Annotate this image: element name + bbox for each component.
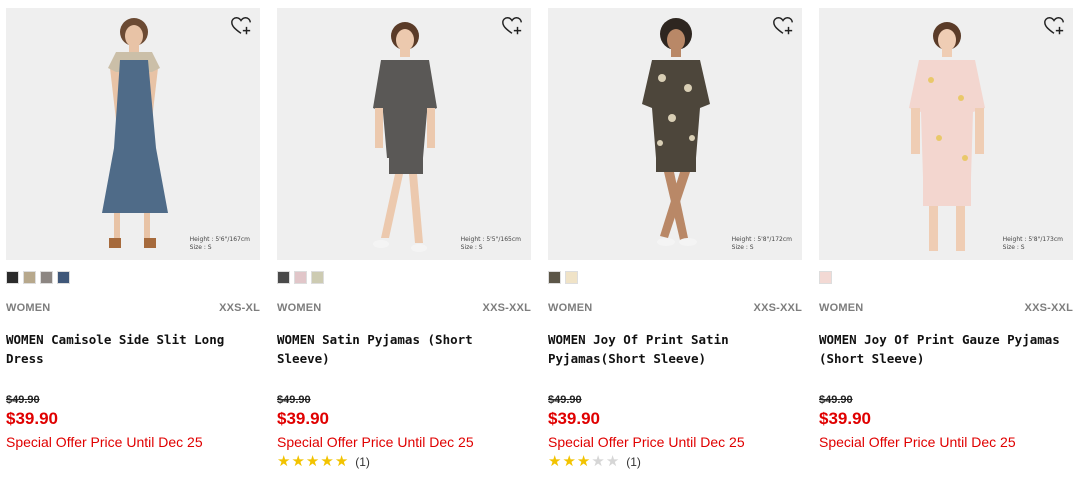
model-height: Height : 5'5"/165cm — [460, 236, 521, 243]
product-meta: WOMEN XXS-XXL — [819, 302, 1073, 314]
color-swatches — [819, 271, 832, 285]
color-swatch[interactable] — [277, 271, 290, 284]
heart-plus-icon[interactable] — [1043, 15, 1065, 37]
product-image[interactable]: Height : 5'8"/172cm Size : S — [548, 8, 802, 260]
model-size-note: Height : 5'5"/165cm Size : S — [461, 236, 521, 252]
color-swatch[interactable] — [294, 271, 307, 284]
model-size: Size : S — [460, 244, 483, 251]
original-price: $49.90 — [6, 394, 40, 406]
product-size-range: XXS-XL — [219, 302, 260, 314]
star-icon: ★ — [334, 453, 349, 470]
product-name[interactable]: WOMEN Joy Of Print Gauze Pyjamas (Short … — [819, 330, 1073, 368]
color-swatch[interactable] — [57, 271, 70, 284]
product-category: WOMEN — [6, 302, 51, 314]
product-card[interactable]: Height : 5'8"/173cm Size : S WOMEN XXS-X… — [819, 8, 1073, 478]
product-name[interactable]: WOMEN Camisole Side Slit Long Dress — [6, 330, 260, 368]
product-image[interactable]: Height : 5'5"/165cm Size : S — [277, 8, 531, 260]
model-height: Height : 5'8"/172cm — [731, 236, 792, 243]
original-price: $49.90 — [819, 394, 853, 406]
color-swatches — [277, 271, 324, 285]
product-size-range: XXS-XXL — [753, 302, 802, 314]
color-swatch[interactable] — [565, 271, 578, 284]
color-swatch[interactable] — [6, 271, 19, 284]
star-icon: ★ — [605, 453, 620, 470]
offer-text: Special Offer Price Until Dec 25 — [819, 434, 1016, 450]
product-size-range: XXS-XXL — [482, 302, 531, 314]
color-swatches — [548, 271, 578, 285]
product-category: WOMEN — [548, 302, 593, 314]
product-meta: WOMEN XXS-XXL — [548, 302, 802, 314]
star-icon: ★ — [305, 453, 320, 470]
product-category: WOMEN — [277, 302, 322, 314]
product-rating[interactable]: ★ ★ ★ ★ ★ (1) — [548, 454, 641, 469]
color-swatch[interactable] — [548, 271, 561, 284]
model-size-note: Height : 5'8"/172cm Size : S — [732, 236, 792, 252]
original-price: $49.90 — [277, 394, 311, 406]
product-grid: Height : 5'6"/167cm Size : S WOMEN XXS-X… — [0, 0, 1080, 485]
color-swatch[interactable] — [819, 271, 832, 284]
color-swatches — [6, 271, 70, 285]
offer-text: Special Offer Price Until Dec 25 — [6, 434, 203, 450]
color-swatch[interactable] — [23, 271, 36, 284]
model-figure-print-pyjamas — [642, 18, 710, 246]
color-swatch[interactable] — [311, 271, 324, 284]
heart-plus-icon[interactable] — [501, 15, 523, 37]
product-name[interactable]: WOMEN Satin Pyjamas (Short Sleeve) — [277, 330, 531, 368]
product-card[interactable]: Height : 5'5"/165cm Size : S WOMEN XXS-X… — [277, 8, 531, 478]
product-meta: WOMEN XXS-XXL — [277, 302, 531, 314]
product-rating[interactable]: ★ ★ ★ ★ ★ (1) — [277, 454, 370, 469]
star-icon: ★ — [591, 453, 605, 470]
product-image[interactable]: Height : 5'6"/167cm Size : S — [6, 8, 260, 260]
star-icon: ★ — [320, 453, 334, 470]
star-icon: ★ — [548, 453, 562, 470]
star-icon: ★ — [562, 453, 576, 470]
heart-plus-icon[interactable] — [230, 15, 252, 37]
model-height: Height : 5'8"/173cm — [1002, 236, 1063, 243]
model-height: Height : 5'6"/167cm — [189, 236, 250, 243]
product-card[interactable]: Height : 5'8"/172cm Size : S WOMEN XXS-X… — [548, 8, 802, 478]
model-size: Size : S — [189, 244, 212, 251]
sale-price: $39.90 — [277, 409, 329, 428]
heart-plus-icon[interactable] — [772, 15, 794, 37]
star-icon: ★ — [291, 453, 305, 470]
review-count: (1) — [355, 454, 370, 469]
product-meta: WOMEN XXS-XL — [6, 302, 260, 314]
sale-price: $39.90 — [548, 409, 600, 428]
product-category: WOMEN — [819, 302, 864, 314]
star-icon: ★ — [277, 453, 291, 470]
product-image[interactable]: Height : 5'8"/173cm Size : S — [819, 8, 1073, 260]
star-icon: ★ — [576, 453, 591, 470]
review-count: (1) — [626, 454, 641, 469]
model-figure-gauze-pyjamas — [909, 22, 985, 251]
model-size-note: Height : 5'8"/173cm Size : S — [1003, 236, 1063, 252]
offer-text: Special Offer Price Until Dec 25 — [548, 434, 745, 450]
offer-text: Special Offer Price Until Dec 25 — [277, 434, 474, 450]
model-figure-satin-pyjamas — [373, 22, 437, 252]
product-size-range: XXS-XXL — [1024, 302, 1073, 314]
product-name[interactable]: WOMEN Joy Of Print Satin Pyjamas(Short S… — [548, 330, 802, 368]
model-figure-dress — [102, 18, 168, 248]
sale-price: $39.90 — [819, 409, 871, 428]
product-card[interactable]: Height : 5'6"/167cm Size : S WOMEN XXS-X… — [6, 8, 260, 478]
sale-price: $39.90 — [6, 409, 58, 428]
model-size: Size : S — [731, 244, 754, 251]
color-swatch[interactable] — [40, 271, 53, 284]
model-size-note: Height : 5'6"/167cm Size : S — [190, 236, 250, 252]
original-price: $49.90 — [548, 394, 582, 406]
model-size: Size : S — [1002, 244, 1025, 251]
